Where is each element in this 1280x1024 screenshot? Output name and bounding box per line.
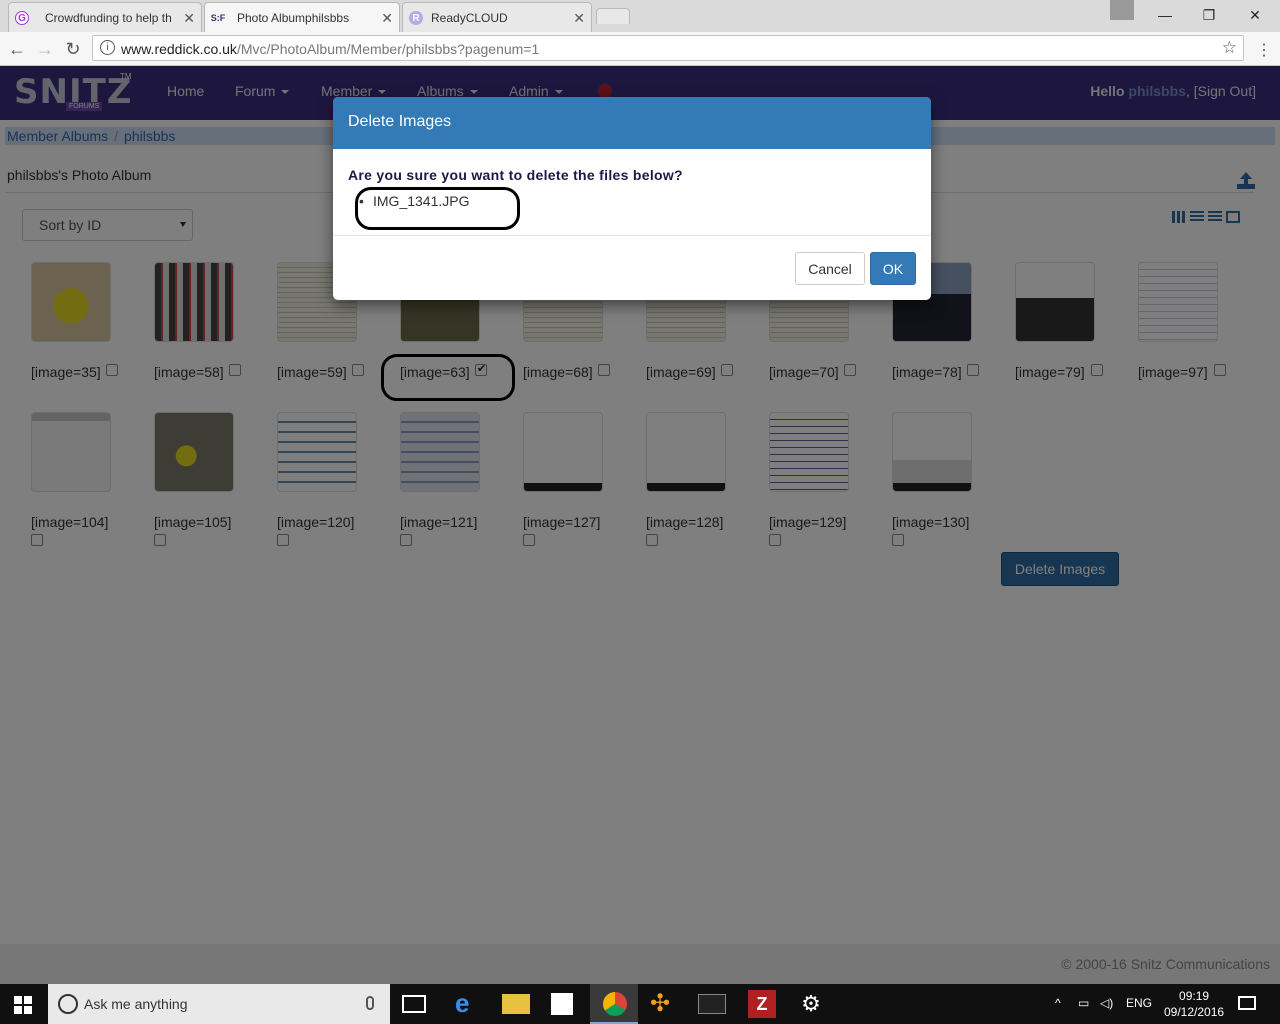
windows-start-icon[interactable] — [14, 996, 32, 1014]
dialog-divider — [333, 235, 931, 236]
clock-date: 09/12/2016 — [1164, 1005, 1225, 1019]
browser-tab-bar: G Crowdfunding to help th ✕ S:F Photo Al… — [0, 0, 1280, 32]
network-icon[interactable]: ▭ — [1078, 996, 1089, 1010]
address-bar-row: ← → ↻ i www.reddick.co.uk/Mvc/PhotoAlbum… — [0, 32, 1280, 66]
minimize-icon[interactable]: — — [1142, 0, 1188, 30]
edge-browser-icon[interactable]: e — [455, 990, 483, 1018]
terminal-icon[interactable] — [698, 994, 726, 1014]
favicon-icon: G — [15, 11, 29, 25]
puzzle-app-icon[interactable]: ✣ — [650, 990, 678, 1018]
dialog-title: Delete Images — [333, 97, 931, 149]
menu-icon[interactable]: ⋮ — [1256, 40, 1272, 60]
url-text: www.reddick.co.uk/Mvc/PhotoAlbum/Member/… — [121, 41, 539, 57]
profile-icon[interactable] — [1110, 0, 1134, 20]
chevron-up-icon[interactable]: ^ — [1055, 996, 1061, 1010]
windows-taskbar: Ask me anything e ✣ Z ⚙ ^ ▭ ◁) ENG 09:19… — [0, 984, 1280, 1024]
file-explorer-icon[interactable] — [502, 994, 530, 1014]
close-window-icon[interactable]: ✕ — [1232, 0, 1278, 30]
favicon-icon: R — [409, 11, 423, 25]
reload-icon[interactable]: ↻ — [62, 38, 84, 60]
back-icon[interactable]: ← — [6, 38, 28, 60]
favicon-icon: S:F — [210, 13, 226, 23]
url-host: www.reddick.co.uk — [121, 41, 237, 57]
cortana-icon — [58, 994, 78, 1014]
tab-title: Photo Albumphilsbbs — [237, 10, 350, 25]
tab-readycloud[interactable]: R ReadyCLOUD ✕ — [402, 2, 592, 32]
ok-button[interactable]: OK — [870, 252, 916, 285]
dialog-question: Are you sure you want to delete the file… — [348, 167, 683, 183]
language-indicator[interactable]: ENG — [1126, 996, 1152, 1010]
url-input[interactable]: i www.reddick.co.uk/Mvc/PhotoAlbum/Membe… — [92, 35, 1244, 61]
store-icon[interactable] — [551, 993, 573, 1015]
info-icon[interactable]: i — [100, 40, 115, 55]
tab-crowdfunding[interactable]: G Crowdfunding to help th ✕ — [8, 2, 202, 32]
bookmark-star-icon[interactable]: ☆ — [1222, 38, 1237, 58]
settings-gear-icon[interactable]: ⚙ — [797, 990, 825, 1018]
taskbar-search-box[interactable]: Ask me anything — [48, 984, 390, 1024]
cancel-button[interactable]: Cancel — [795, 252, 865, 285]
annotation-ring — [381, 354, 515, 401]
volume-icon[interactable]: ◁) — [1100, 996, 1113, 1010]
search-placeholder: Ask me anything — [84, 996, 188, 1012]
forward-icon[interactable]: → — [34, 38, 56, 60]
url-path: /Mvc/PhotoAlbum/Member/philsbbs?pagenum=… — [236, 41, 540, 57]
microphone-icon[interactable] — [366, 996, 374, 1010]
restore-icon[interactable]: ❐ — [1186, 0, 1232, 30]
annotation-ring — [355, 187, 520, 230]
close-tab-icon[interactable]: ✕ — [573, 10, 585, 27]
system-clock[interactable]: 09:19 09/12/2016 — [1164, 988, 1224, 1020]
tab-photo-album[interactable]: S:F Photo Albumphilsbbs ✕ — [204, 2, 400, 32]
filezilla-icon[interactable]: Z — [748, 990, 776, 1018]
close-tab-icon[interactable]: ✕ — [381, 10, 393, 27]
action-center-icon[interactable] — [1238, 996, 1256, 1010]
new-tab-button[interactable] — [596, 8, 630, 24]
chrome-icon — [603, 992, 627, 1016]
task-view-icon[interactable] — [402, 995, 426, 1013]
tab-title: Crowdfunding to help th — [45, 10, 172, 25]
close-tab-icon[interactable]: ✕ — [183, 10, 195, 27]
chrome-taskbar-button[interactable] — [590, 984, 638, 1024]
tab-title: ReadyCLOUD — [431, 10, 508, 25]
clock-time: 09:19 — [1179, 989, 1210, 1003]
